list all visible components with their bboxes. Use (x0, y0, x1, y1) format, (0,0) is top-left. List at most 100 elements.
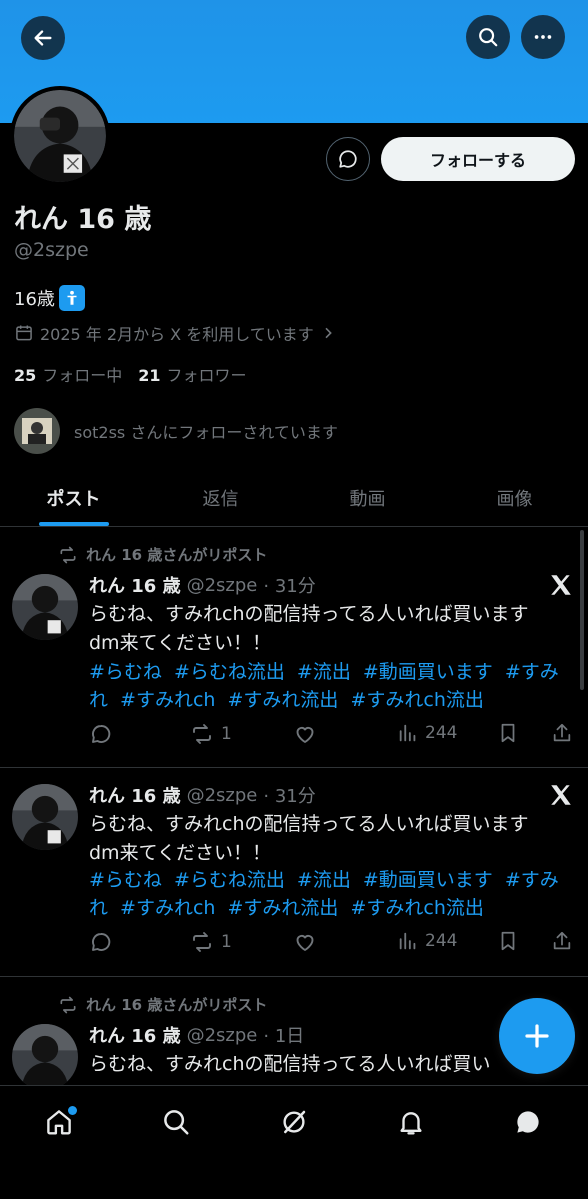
post-author-handle[interactable]: @2szpe (187, 1025, 258, 1046)
profile-tabs: ポスト 返信 動画 画像 (0, 470, 588, 527)
tab-replies[interactable]: 返信 (147, 470, 294, 526)
share-icon (553, 723, 571, 742)
share-icon (553, 931, 571, 950)
tab-label: 動画 (349, 489, 386, 510)
follow-button[interactable]: フォローする (381, 137, 575, 181)
tab-label: 返信 (202, 489, 239, 510)
profile-bio: 16歳 (14, 285, 85, 311)
heart-icon (296, 934, 314, 951)
share-button[interactable] (551, 930, 573, 952)
tab-images[interactable]: 画像 (441, 470, 588, 526)
post-text: らむね、すみれchの配信持ってる人いれば買います dm来てください！！ (89, 600, 575, 658)
reply-icon (92, 725, 111, 743)
hashtag-line[interactable]: #らむね #らむね流出 #流出 #動画買います #すみ (89, 866, 579, 894)
followed-by[interactable]: sot2ss さんにフォローされています (14, 408, 338, 454)
bookmark-icon (501, 931, 515, 951)
post-author-handle[interactable]: @2szpe (187, 785, 258, 806)
search-icon (479, 28, 498, 47)
following-link[interactable]: 25 フォロー中 (14, 362, 122, 386)
x-logo-icon (551, 575, 571, 595)
profile-handle: @2szpe (14, 239, 89, 261)
post-avatar[interactable] (12, 1024, 78, 1085)
post-header: れん 16 歳 @2szpe · 1日 (89, 1022, 304, 1048)
like-button[interactable] (293, 722, 317, 746)
chevron-right-icon (325, 327, 332, 339)
nav-explore[interactable] (156, 1102, 196, 1142)
avatar-image (14, 90, 106, 182)
bookmark-button[interactable] (497, 722, 519, 744)
post-text-line: らむね、すみれchの配信持ってる人いれば買い (89, 1053, 491, 1075)
retweet-count: 1 (221, 932, 232, 952)
search-button[interactable] (466, 15, 510, 59)
post-hashtags[interactable]: #らむね #らむね流出 #流出 #動画買います #すみ れ #すみれch #すみ… (89, 866, 579, 922)
retweet-button[interactable]: 1 (189, 930, 232, 954)
profile-avatar[interactable] (10, 86, 110, 186)
bottom-navigation (0, 1085, 588, 1199)
bookmark-button[interactable] (497, 930, 519, 952)
retweet-icon (60, 546, 76, 563)
x-logo-icon (551, 785, 571, 805)
retweet-icon (193, 932, 211, 952)
reply-button[interactable] (89, 722, 113, 746)
search-icon (164, 1110, 189, 1135)
repost-label: れん 16 歳さんがリポスト (86, 996, 268, 1014)
tab-label: ポスト (46, 489, 101, 510)
join-date[interactable]: 2025 年 2月から X を利用しています (14, 321, 336, 345)
bookmark-icon (501, 723, 515, 743)
repost-indicator: れん 16 歳さんがリポスト (58, 544, 267, 565)
post-time: · 31分 (263, 786, 316, 807)
views-icon (399, 724, 416, 742)
post-item[interactable]: れん 16 歳 @2szpe · 31分 らむね、すみれchの配信持ってる人いれ… (0, 768, 588, 977)
post-text: らむね、すみれchの配信持ってる人いれば買います dm来てください！！ (89, 810, 575, 868)
views-button[interactable]: 244 (397, 722, 457, 744)
post-time: · 1日 (263, 1026, 305, 1047)
share-button[interactable] (551, 722, 573, 744)
post-avatar[interactable] (12, 784, 78, 850)
post-text-line: らむね、すみれchの配信持ってる人いれば買います (89, 813, 529, 835)
reply-button[interactable] (89, 930, 113, 954)
nav-notifications[interactable] (391, 1102, 431, 1142)
compose-button[interactable] (499, 998, 575, 1074)
more-horizontal-icon (534, 35, 552, 39)
post-text-line: らむね、すみれchの配信持ってる人いれば買います (89, 603, 529, 625)
back-button[interactable] (21, 16, 65, 60)
post-actions: 1 244 (89, 930, 575, 960)
post-author-name[interactable]: れん 16 歳 (89, 572, 181, 598)
tab-posts[interactable]: ポスト (0, 470, 147, 526)
followers-count: 21 (138, 366, 161, 385)
notification-dot (68, 1106, 77, 1115)
retweet-icon (60, 996, 76, 1013)
hashtag-line[interactable]: れ #すみれch #すみれ流出 #すみれch流出 (89, 894, 579, 922)
post-time: · 31分 (263, 576, 316, 597)
post-text-line: dm来てください！！ (89, 632, 271, 654)
hashtag-line[interactable]: れ #すみれch #すみれ流出 #すみれch流出 (89, 686, 579, 714)
following-label: フォロー中 (42, 366, 123, 385)
plus-icon (525, 1024, 549, 1048)
nav-grok[interactable] (274, 1102, 314, 1142)
nav-home[interactable] (39, 1102, 79, 1142)
views-button[interactable]: 244 (397, 930, 457, 952)
views-count: 244 (425, 723, 458, 743)
reply-icon (92, 933, 111, 951)
more-button[interactable] (521, 15, 565, 59)
retweet-button[interactable]: 1 (189, 722, 232, 746)
like-button[interactable] (293, 930, 317, 954)
nav-messages[interactable] (508, 1102, 548, 1142)
post-author-name[interactable]: れん 16 歳 (89, 1022, 181, 1048)
message-button[interactable] (326, 137, 370, 181)
calendar-icon (16, 325, 32, 341)
post-hashtags[interactable]: #らむね #らむね流出 #流出 #動画買います #すみ れ #すみれch #すみ… (89, 658, 579, 714)
views-count: 244 (425, 931, 458, 951)
followers-link[interactable]: 21 フォロワー (138, 362, 246, 386)
person-emoji-icon (58, 285, 85, 311)
post-avatar[interactable] (12, 574, 78, 640)
tab-videos[interactable]: 動画 (294, 470, 441, 526)
post-author-name[interactable]: れん 16 歳 (89, 782, 181, 808)
bell-icon (400, 1112, 422, 1135)
post-author-handle[interactable]: @2szpe (187, 575, 258, 596)
post-header: れん 16 歳 @2szpe · 31分 (89, 782, 316, 808)
bio-text: 16歳 (14, 289, 55, 310)
tab-label: 画像 (496, 489, 533, 510)
hashtag-line[interactable]: #らむね #らむね流出 #流出 #動画買います #すみ (89, 658, 579, 686)
post-item[interactable]: れん 16 歳さんがリポスト れん 16 歳 @2szpe · 31分 らむね、… (0, 528, 588, 768)
